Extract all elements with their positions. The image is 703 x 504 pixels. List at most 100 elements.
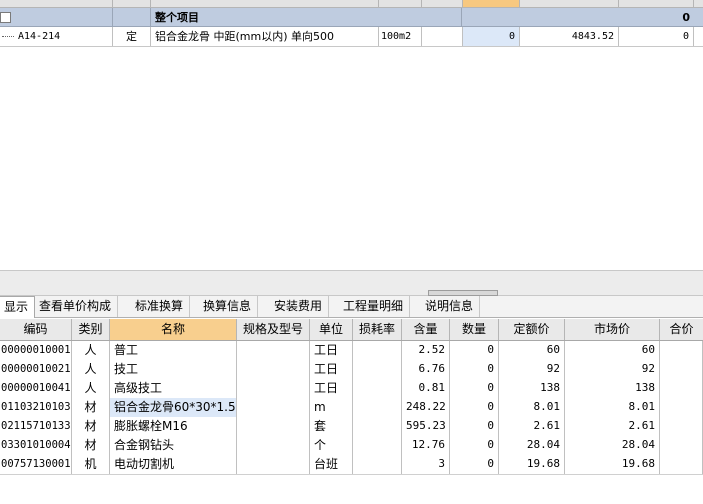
row-loss-rate[interactable] bbox=[353, 398, 402, 417]
item-quantity[interactable]: 0 bbox=[463, 27, 520, 46]
table-row[interactable]: 01103210103 材铝合金龙骨60*30*1.5 m 248.22 0 8.01 8.… bbox=[0, 398, 703, 418]
row-total[interactable] bbox=[660, 341, 703, 360]
top-header-name[interactable] bbox=[151, 0, 379, 7]
row-code[interactable]: 00000010021 bbox=[0, 360, 72, 379]
row-spec[interactable] bbox=[237, 417, 310, 436]
row-loss-rate[interactable] bbox=[353, 455, 402, 474]
row-spec[interactable] bbox=[237, 398, 310, 417]
row-name[interactable]: 铝合金龙骨60*30*1.5 bbox=[110, 398, 237, 417]
row-type[interactable]: 人 bbox=[72, 379, 110, 398]
row-loss-rate[interactable] bbox=[353, 417, 402, 436]
col-quantity[interactable]: 数量 bbox=[450, 319, 499, 340]
row-quantity[interactable]: 0 bbox=[450, 341, 499, 360]
row-content[interactable]: 12.76 bbox=[402, 436, 450, 455]
row-quantity[interactable]: 0 bbox=[450, 398, 499, 417]
row-total[interactable] bbox=[660, 398, 703, 417]
row-content[interactable]: 0.81 bbox=[402, 379, 450, 398]
row-content[interactable]: 2.52 bbox=[402, 341, 450, 360]
col-total[interactable]: 合价 bbox=[660, 319, 703, 340]
row-quantity[interactable]: 0 bbox=[450, 417, 499, 436]
row-market-price[interactable]: 2.61 bbox=[565, 417, 660, 436]
row-market-price[interactable]: 28.04 bbox=[565, 436, 660, 455]
tab-conversion-info[interactable]: 换算信息 bbox=[197, 296, 259, 317]
tab-standard-conversion[interactable]: 标准换算 bbox=[129, 296, 191, 317]
row-name[interactable]: 合金钢钻头 bbox=[110, 436, 237, 455]
top-header-content[interactable] bbox=[422, 0, 463, 7]
row-quota-price[interactable]: 2.61 bbox=[499, 417, 565, 436]
item-name[interactable]: 铝合金龙骨 中距(mm以内) 单向500 bbox=[151, 27, 379, 46]
tab-description[interactable]: 说明信息 bbox=[419, 296, 481, 317]
item-type[interactable]: 定 bbox=[113, 27, 151, 46]
row-quantity[interactable]: 0 bbox=[450, 379, 499, 398]
row-loss-rate[interactable] bbox=[353, 379, 402, 398]
row-name[interactable]: 高级技工 bbox=[110, 379, 237, 398]
row-loss-rate[interactable] bbox=[353, 341, 402, 360]
col-name[interactable]: 名称 bbox=[110, 319, 237, 340]
row-name[interactable]: 普工 bbox=[110, 341, 237, 360]
col-content[interactable]: 含量 bbox=[402, 319, 450, 340]
row-total[interactable] bbox=[660, 455, 703, 474]
row-code[interactable]: 00000010001 bbox=[0, 341, 72, 360]
top-header-price[interactable] bbox=[520, 0, 619, 7]
row-code[interactable]: 03301010004 bbox=[0, 436, 72, 455]
row-market-price[interactable]: 92 bbox=[565, 360, 660, 379]
row-unit[interactable]: 工日 bbox=[310, 360, 353, 379]
top-header-code[interactable] bbox=[0, 0, 113, 7]
col-quota-price[interactable]: 定额价 bbox=[499, 319, 565, 340]
tab-unit-price-composition[interactable]: 查看单价构成 bbox=[33, 296, 119, 317]
top-header-quantity[interactable] bbox=[463, 0, 520, 7]
table-row[interactable]: 00000010021 人技工 工日 6.76 0 92 92 bbox=[0, 360, 703, 380]
row-total[interactable] bbox=[660, 436, 703, 455]
table-row[interactable]: 03301010004 材合金钢钻头个 12.76 0 28.04 28.04 bbox=[0, 436, 703, 456]
col-spec[interactable]: 规格及型号 bbox=[237, 319, 310, 340]
expand-box-icon[interactable] bbox=[0, 12, 11, 23]
row-total[interactable] bbox=[660, 360, 703, 379]
top-header-unit[interactable] bbox=[379, 0, 422, 7]
row-spec[interactable] bbox=[237, 455, 310, 474]
row-total[interactable] bbox=[660, 379, 703, 398]
row-code[interactable]: 02115710133 bbox=[0, 417, 72, 436]
row-quota-price[interactable]: 28.04 bbox=[499, 436, 565, 455]
row-unit[interactable]: 工日 bbox=[310, 341, 353, 360]
row-quantity[interactable]: 0 bbox=[450, 360, 499, 379]
row-unit[interactable]: 套 bbox=[310, 417, 353, 436]
tab-installation-cost[interactable]: 安装费用 bbox=[268, 296, 330, 317]
row-unit[interactable]: m bbox=[310, 398, 353, 417]
row-spec[interactable] bbox=[237, 379, 310, 398]
item-content[interactable] bbox=[422, 27, 463, 46]
row-quota-price[interactable]: 19.68 bbox=[499, 455, 565, 474]
row-type[interactable]: 材 bbox=[72, 417, 110, 436]
item-code[interactable]: A14-214 bbox=[0, 27, 113, 46]
col-code[interactable]: 编码 bbox=[0, 319, 72, 340]
table-row[interactable]: 00000010001 人普工 工日 2.52 0 60 60 bbox=[0, 341, 703, 361]
row-type[interactable]: 人 bbox=[72, 360, 110, 379]
col-type[interactable]: 类别 bbox=[72, 319, 110, 340]
row-code[interactable]: 00757130001 bbox=[0, 455, 72, 474]
total-row[interactable]: 整个项目 0 bbox=[0, 8, 703, 27]
row-content[interactable]: 6.76 bbox=[402, 360, 450, 379]
row-market-price[interactable]: 19.68 bbox=[565, 455, 660, 474]
row-spec[interactable] bbox=[237, 341, 310, 360]
row-market-price[interactable]: 8.01 bbox=[565, 398, 660, 417]
row-type[interactable]: 材 bbox=[72, 398, 110, 417]
row-content[interactable]: 248.22 bbox=[402, 398, 450, 417]
row-name[interactable]: 电动切割机 bbox=[110, 455, 237, 474]
row-quota-price[interactable]: 92 bbox=[499, 360, 565, 379]
row-quota-price[interactable]: 8.01 bbox=[499, 398, 565, 417]
row-code[interactable]: 01103210103 bbox=[0, 398, 72, 417]
row-type[interactable]: 材 bbox=[72, 436, 110, 455]
row-quantity[interactable]: 0 bbox=[450, 436, 499, 455]
table-row[interactable]: 00000010041 人高级技工 工日 0.81 0 138 138 bbox=[0, 379, 703, 399]
top-header-total[interactable] bbox=[619, 0, 694, 7]
row-unit[interactable]: 个 bbox=[310, 436, 353, 455]
row-quota-price[interactable]: 138 bbox=[499, 379, 565, 398]
top-header-type[interactable] bbox=[113, 0, 151, 7]
row-unit[interactable]: 台班 bbox=[310, 455, 353, 474]
table-row[interactable]: 00757130001 机电动切割机 台班 3 0 19.68 19.68 bbox=[0, 455, 703, 475]
tab-quantity-detail[interactable]: 工程量明细 bbox=[337, 296, 411, 317]
item-price[interactable]: 4843.52 bbox=[520, 27, 619, 46]
col-unit[interactable]: 单位 bbox=[310, 319, 353, 340]
row-type[interactable]: 机 bbox=[72, 455, 110, 474]
col-loss-rate[interactable]: 损耗率 bbox=[353, 319, 402, 340]
row-market-price[interactable]: 60 bbox=[565, 341, 660, 360]
